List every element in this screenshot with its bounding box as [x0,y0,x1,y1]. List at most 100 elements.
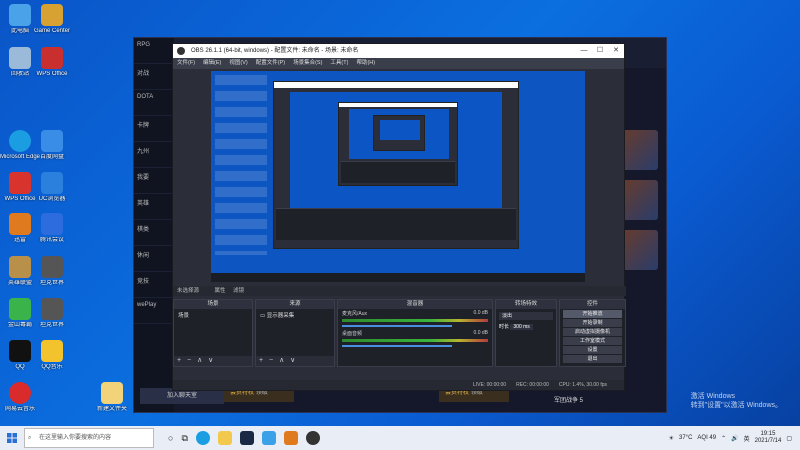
nested-titlebar [339,103,457,107]
windows-logo-icon [7,433,17,443]
launcher-nav-item[interactable]: 对战 [134,64,174,90]
menu-view[interactable]: 视图(V) [229,58,247,69]
desktop-icon-netease-music[interactable]: 网易云音乐 [0,382,40,413]
sources-title: 来源 [256,300,334,309]
menu-tools[interactable]: 工具(T) [330,58,348,69]
menu-help[interactable]: 帮助(H) [356,58,375,69]
source-item[interactable]: ▭ 显示器采集 [256,309,334,321]
launcher-nav-item[interactable]: 棋类 [134,220,174,246]
search-icon: ⌕ [28,435,32,441]
launcher-nav-item[interactable]: DOTA [134,90,174,116]
music-icon [9,382,31,404]
exit-button[interactable]: 退出 [563,355,622,363]
cortana-icon[interactable]: ○ [168,433,173,443]
monitor-icon: ▭ [260,313,267,319]
start-recording-button[interactable]: 开始录制 [563,319,622,327]
launcher-nav-item[interactable]: 英雄 [134,194,174,220]
desktop-icon-qqmusic[interactable]: QQ音乐 [32,340,72,371]
close-button[interactable]: ✕ [608,44,624,58]
desktop-icon-wps-2[interactable]: WPS Office [32,47,72,78]
desktop-icon-tank-2[interactable]: 坦克世界 [32,298,72,329]
launcher-nav-item[interactable]: RPG [134,38,174,64]
desktop-icon-tank-1[interactable]: 坦克世界 [32,256,72,287]
nested-obs-capture-3 [373,115,425,151]
duration-field[interactable]: 300 ms [510,324,533,330]
obs-title: OBS 26.1.1 (64-bit, windows) - 配置文件: 未命名… [191,48,359,54]
qq-icon [9,340,31,362]
mixer-dock: 混音器 麦克风/Aux 0.0 dB 桌面音频 0.0 dB [337,299,493,367]
menu-edit[interactable]: 编辑(E) [203,58,221,69]
live-status: LIVE: 00:00:00 [473,382,507,388]
launcher-nav-item[interactable]: wePlay [134,298,174,324]
controls-dock: 控件 开始推流 开始录制 启动虚拟摄像机 工作室模式 设置 退出 [559,299,626,367]
task-view-icon[interactable]: ⧉ [181,433,187,444]
obs-preview-canvas[interactable] [211,71,585,282]
transitions-dock: 转场特效 淡出 时长 300 ms [495,299,557,367]
activation-watermark: 激活 Windows 转到"设置"以激活 Windows。 [690,393,782,409]
tank-icon [41,298,63,320]
tray-expand-icon[interactable]: ⌃ [721,435,726,442]
captured-taskbar [211,273,585,282]
desktop-icon-uc[interactable]: UC浏览器 [32,172,72,203]
wps-icon [41,47,63,69]
nested-obs-capture-2 [338,102,458,186]
launcher-nav-item[interactable]: 我要 [134,168,174,194]
taskbar-clock[interactable]: 19:15 2021/7/14 [755,431,782,445]
desktop-icon-folder[interactable]: 新建文件夹 [92,382,132,413]
launcher-nav-item[interactable]: 九州 [134,142,174,168]
nested-preview-2 [349,109,449,159]
start-streaming-button[interactable]: 开始推流 [563,310,622,318]
desktop-icon-game-center[interactable]: Game Center [32,4,72,35]
volume-meter [342,339,488,342]
steam-icon[interactable] [239,431,254,445]
filters-button[interactable]: 滤镜 [233,288,244,294]
menu-scene-collection[interactable]: 场景集合(S) [293,58,322,69]
nested-obs-capture-1 [273,81,519,249]
launcher-nav-item[interactable]: 休闲 [134,246,174,272]
weather-temp[interactable]: 37°C [679,435,692,441]
edge-icon[interactable] [195,431,210,445]
store-icon[interactable] [261,431,276,445]
maximize-button[interactable]: ☐ [592,44,608,58]
start-button[interactable] [0,426,24,450]
studio-mode-button[interactable]: 工作室模式 [563,337,622,345]
volume-icon[interactable]: 🔊 [731,435,738,442]
minimize-button[interactable]: — [576,44,592,58]
game-icon [41,4,63,26]
settings-button[interactable]: 设置 [563,346,622,354]
start-virtual-camera-button[interactable]: 启动虚拟摄像机 [563,328,622,336]
transition-select[interactable]: 淡出 [499,312,553,320]
obs-statusbar: LIVE: 00:00:00 REC: 00:00:00 CPU: 1.4%, … [173,380,624,390]
aqi[interactable]: AQI 49 [697,435,716,441]
channel-db: 0.0 dB [473,310,488,316]
ime-indicator[interactable]: 英 [744,434,750,443]
scenes-toolbar[interactable]: + − ∧ ∨ [174,356,252,366]
launcher-nav-item[interactable]: 卡牌 [134,116,174,142]
launcher-sidebar: RPG 对战 DOTA 卡牌 九州 我要 英雄 棋类 休闲 竞技 wePlay [134,38,174,412]
transition-duration: 时长 300 ms [499,323,553,330]
notification-icon[interactable]: ▢ [786,435,792,442]
mixer-channel-mic: 麦克风/Aux 0.0 dB [338,309,492,329]
game-card-title[interactable]: 军团战争 5 [554,395,583,404]
controls-title: 控件 [560,300,625,309]
menu-profile[interactable]: 配置文件(P) [256,58,285,69]
folder-icon[interactable] [217,431,232,445]
volume-slider[interactable] [342,345,452,347]
properties-button[interactable]: 属性 [215,288,226,294]
menu-file[interactable]: 文件(F) [177,58,195,69]
launcher-nav-item[interactable]: 竞技 [134,272,174,298]
game-launcher-icon[interactable] [283,431,298,445]
volume-slider[interactable] [342,325,452,327]
game-icon [9,256,31,278]
desktop-icon-baidu[interactable]: 百度网盘 [32,130,72,161]
taskbar-search[interactable]: ⌕ 在这里输入你要搜索的内容 [24,428,154,448]
nested-preview-3 [380,120,420,140]
app-icon [9,298,31,320]
desktop-icon-meeting[interactable]: 腾讯会议 [32,213,72,244]
sources-toolbar[interactable]: + − ∧ ∨ [256,356,334,366]
system-tray: ☀ 37°C AQI 49 ⌃ 🔊 英 19:15 2021/7/14 ▢ [669,431,800,445]
browser-icon [41,172,63,194]
obs-icon[interactable] [305,431,320,445]
scene-item[interactable]: 场景 [174,309,252,321]
nested-docks [276,208,516,240]
